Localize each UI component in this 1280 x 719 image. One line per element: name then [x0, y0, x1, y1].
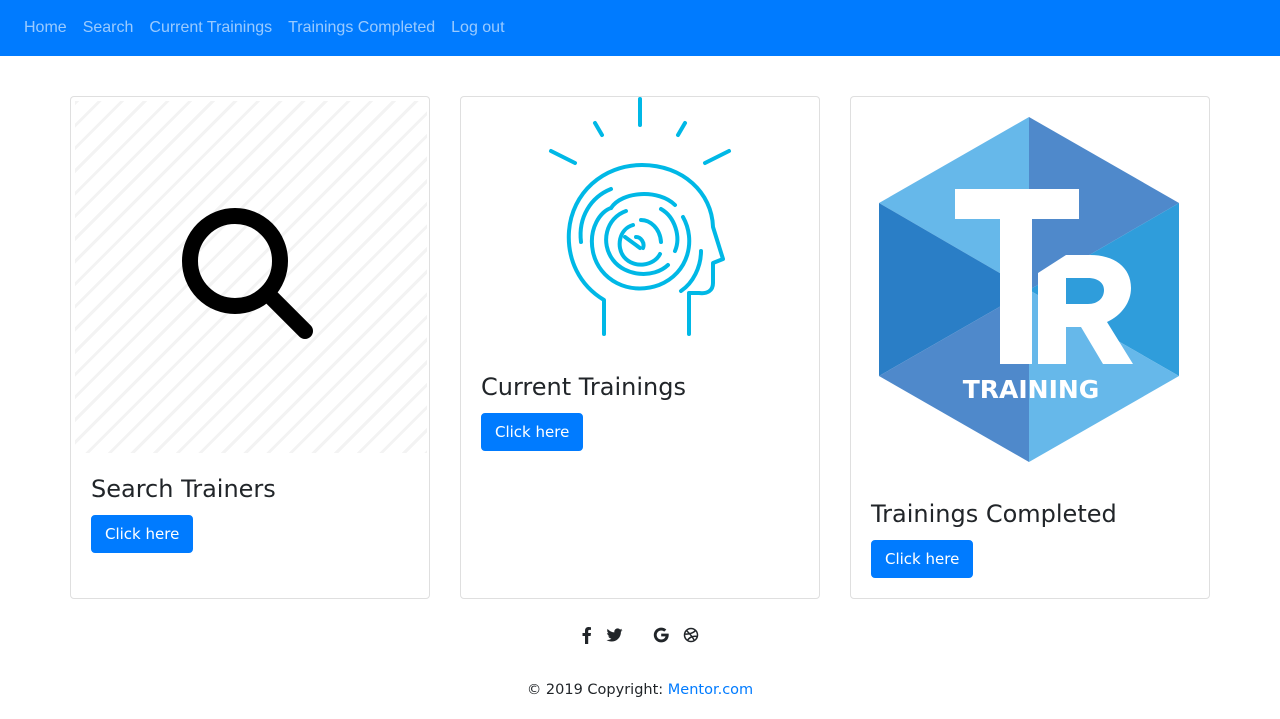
search-card-image [75, 101, 427, 453]
twitter-icon[interactable] [606, 626, 623, 644]
brain-maze-head-icon [549, 97, 731, 336]
current-trainings-title: Current Trainings [481, 373, 686, 401]
google-icon[interactable] [653, 626, 669, 644]
mentor-link[interactable]: Mentor.com [668, 682, 753, 698]
search-trainers-title: Search Trainers [91, 475, 276, 503]
nav-home-link[interactable]: Home [24, 19, 67, 37]
nav-logout-link[interactable]: Log out [451, 19, 504, 37]
dribbble-icon[interactable] [683, 626, 699, 644]
copyright-text: © 2019 Copyright: [526, 682, 668, 698]
trainings-completed-button[interactable]: Click here [871, 540, 974, 578]
nav-search-link[interactable]: Search [83, 19, 134, 37]
magnifier-icon [182, 208, 313, 339]
tr-training-logo: TRAINING [879, 117, 1179, 462]
trainings-completed-image: TRAINING [851, 97, 1209, 487]
trainings-completed-card: TRAINING Trainings Completed Click here [850, 96, 1210, 599]
search-trainers-card: Search Trainers Click here [70, 96, 430, 599]
page-footer: © 2019 Copyright: Mentor.com [0, 682, 1280, 698]
top-navbar: Home Search Current Trainings Trainings … [0, 0, 1280, 56]
current-trainings-button[interactable]: Click here [481, 413, 584, 451]
trainings-completed-title: Trainings Completed [871, 500, 1117, 528]
social-links [0, 626, 1280, 646]
search-trainers-button[interactable]: Click here [91, 515, 194, 553]
facebook-icon[interactable] [581, 626, 593, 644]
current-trainings-card: Current Trainings Click here [460, 96, 820, 599]
nav-trainings-completed-link[interactable]: Trainings Completed [288, 19, 435, 37]
tr-logo-text: TRAINING [963, 375, 1100, 404]
nav-current-trainings-link[interactable]: Current Trainings [149, 19, 272, 37]
current-trainings-image [461, 97, 819, 347]
